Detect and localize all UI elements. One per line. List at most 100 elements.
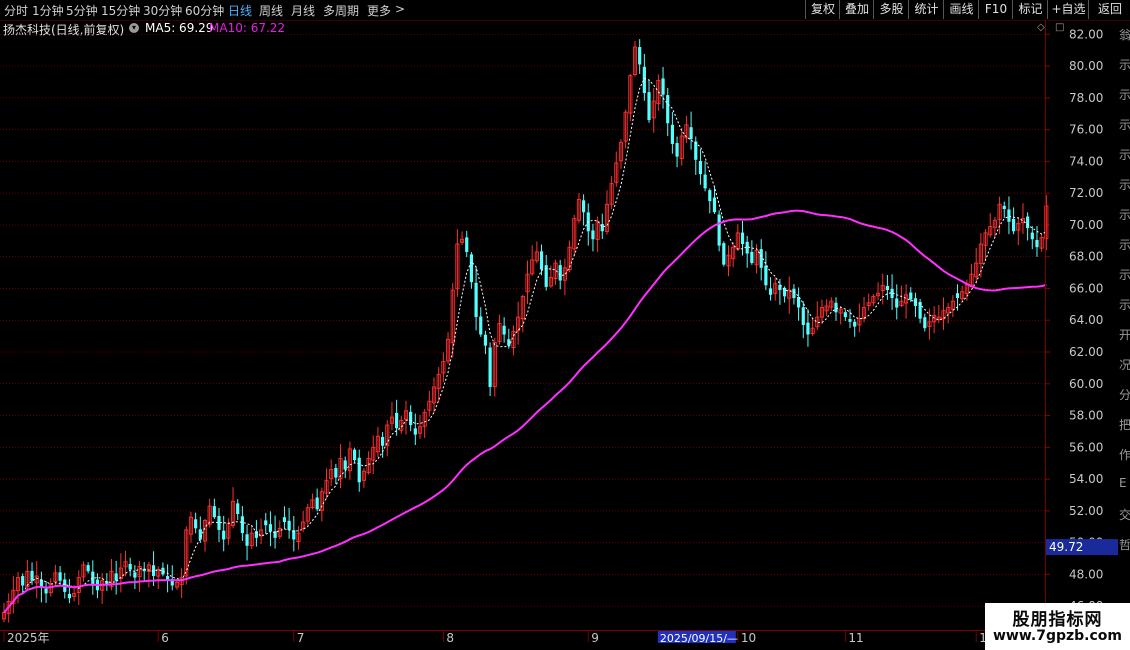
side-panel-char: 示 (1119, 58, 1130, 72)
candle-body (1035, 239, 1039, 248)
candle-body (647, 92, 651, 121)
watermark-title: 股朋指标网 (1012, 610, 1103, 630)
ma10-line (3, 209, 1047, 614)
candle-body (670, 124, 674, 144)
candle-body (479, 316, 483, 335)
date-tick-label: 10 (741, 631, 756, 645)
candle-body (282, 517, 287, 522)
candle-body (264, 520, 268, 526)
candle-body (58, 572, 62, 581)
candle-body (740, 232, 745, 244)
candle-body (895, 298, 899, 308)
candle-body (212, 506, 216, 518)
candle-body (114, 573, 118, 581)
side-panel-char: 把 (1119, 418, 1130, 432)
price-axis-divider (1045, 20, 1046, 632)
candle-body (91, 571, 95, 584)
candle-body (128, 563, 132, 570)
candle-body (885, 285, 890, 291)
candle-body (1002, 205, 1006, 210)
candle-body (343, 460, 347, 470)
candle-body (30, 570, 34, 581)
price-tick-label: 70.00 (1069, 218, 1103, 232)
candle-body (703, 174, 707, 189)
side-panel-char: 作 (1119, 448, 1130, 462)
candle-body (722, 243, 726, 265)
price-tick-label: 48.00 (1069, 567, 1103, 581)
price-tick-label: 58.00 (1069, 409, 1103, 423)
watermark: 股朋指标网 www.7gpzb.com (985, 603, 1130, 650)
candle-body (642, 66, 646, 94)
side-panel-char: 示 (1119, 148, 1130, 162)
candle-body (236, 503, 240, 515)
price-tick-label: 60.00 (1069, 377, 1103, 391)
candle-body (759, 249, 763, 268)
date-tick-label: 6 (161, 631, 169, 645)
candle-body (638, 47, 642, 65)
candle-body (764, 265, 768, 286)
candle-body (675, 143, 679, 157)
ma5-line (3, 77, 1047, 613)
date-tick-label: 8 (446, 631, 454, 645)
candle-body (834, 302, 838, 313)
candle-body (315, 497, 319, 510)
candle-body (750, 251, 754, 264)
candle-body (474, 282, 478, 318)
candle-body (395, 412, 399, 429)
date-tick-label: 9 (591, 631, 599, 645)
side-panel-char: 哲 (1119, 538, 1130, 552)
candle-body (801, 307, 805, 325)
candle-body (133, 572, 137, 578)
candle-body (1007, 209, 1011, 222)
candle-body (661, 78, 665, 95)
candle-body (923, 317, 927, 329)
current-price-tag: 49.72 (1049, 540, 1083, 554)
candle-body (909, 292, 913, 300)
kline-chart[interactable]: 46.0048.0050.0052.0054.0056.0058.0060.00… (0, 0, 1130, 650)
candle-body (240, 516, 244, 534)
price-tick-label: 66.00 (1069, 281, 1103, 295)
candle-body (334, 467, 338, 478)
date-axis-divider (0, 630, 1046, 631)
candle-body (581, 200, 586, 213)
candle-body (488, 347, 492, 387)
price-tick-label: 64.00 (1069, 313, 1103, 327)
candle-body (1012, 218, 1016, 232)
candle-body (86, 565, 90, 572)
price-tick-label: 68.00 (1069, 250, 1103, 264)
candle-body (381, 436, 385, 446)
candle-body (717, 214, 721, 246)
price-tick-label: 82.00 (1069, 27, 1103, 41)
candle-body (21, 576, 25, 586)
side-panel-char: E (1119, 476, 1127, 490)
candle-body (469, 254, 474, 283)
watermark-url: www.7gpzb.com (992, 628, 1122, 644)
candle-body (44, 588, 48, 594)
candle-body (768, 288, 773, 295)
candle-body (712, 197, 717, 213)
candle-body (539, 251, 544, 270)
candle-body (1026, 216, 1030, 229)
candle-body (287, 520, 291, 530)
candle-body (694, 141, 698, 160)
side-panel-char: 交 (1119, 508, 1130, 522)
candle-body (689, 127, 693, 140)
candle-body (483, 334, 488, 346)
candle-body (848, 318, 852, 322)
candle-body (222, 530, 226, 540)
candle-body (792, 288, 796, 298)
candle-body (268, 524, 273, 532)
side-panel-char: 示 (1119, 208, 1130, 222)
candle-body (198, 529, 202, 540)
candle-body (409, 411, 413, 426)
cursor-date-label: 2025/09/15/— (660, 632, 738, 645)
price-tick-label: 80.00 (1069, 59, 1103, 73)
candle-body (352, 449, 357, 461)
price-tick-label: 62.00 (1069, 345, 1103, 359)
candle-body (558, 265, 562, 281)
side-panel-char: 示 (1119, 88, 1130, 102)
side-panel-char: 示 (1119, 298, 1130, 312)
side-panel-char: 分 (1119, 388, 1130, 402)
side-panel-char: 示 (1119, 118, 1130, 132)
candle-body (708, 190, 712, 202)
